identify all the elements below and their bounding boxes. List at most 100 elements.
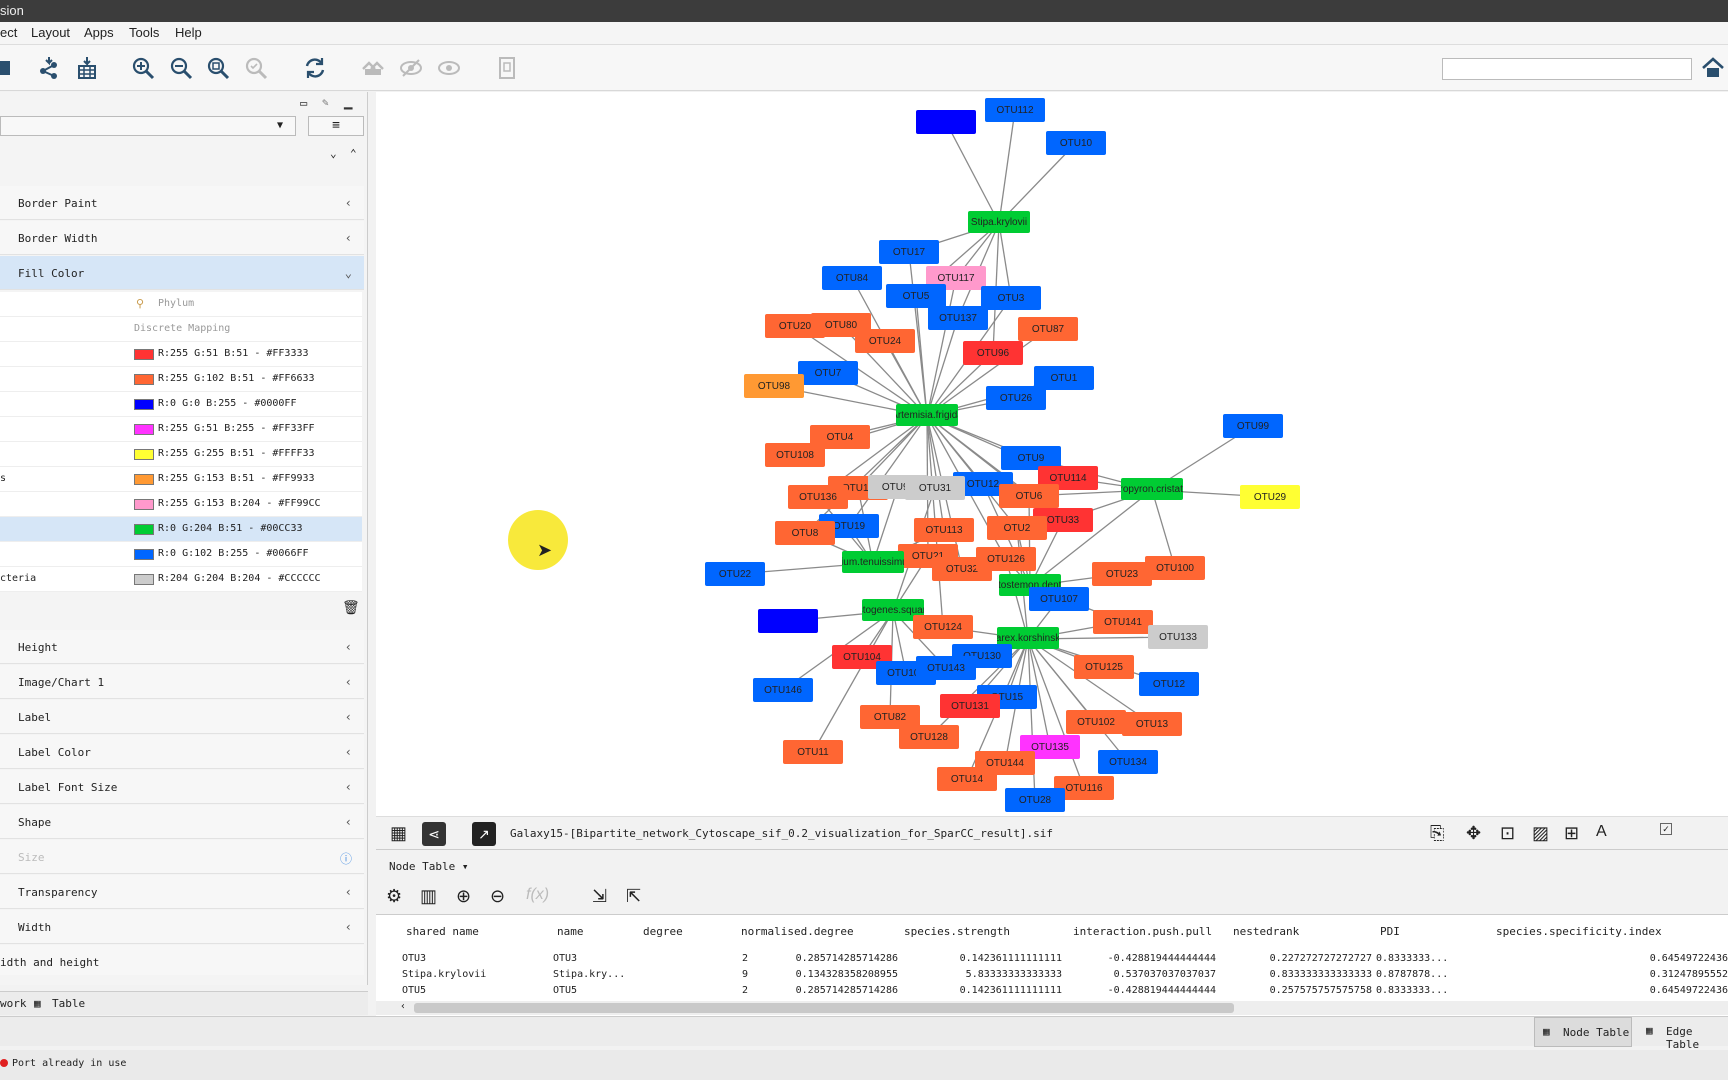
- column-header[interactable]: interaction.push.pull: [1073, 925, 1212, 938]
- otu-node[interactable]: OTU8: [775, 521, 835, 545]
- select-edges-icon[interactable]: ▨: [1532, 823, 1549, 844]
- otu-node[interactable]: OTU29: [1240, 485, 1300, 509]
- table-cell[interactable]: 0.64549722436: [1650, 953, 1728, 964]
- otu-node[interactable]: OTU128: [899, 725, 959, 749]
- table-cell[interactable]: 0.142361111111111: [960, 985, 1062, 996]
- column-header[interactable]: degree: [643, 925, 683, 938]
- color-mapping-row[interactable]: cteria R:204 G:204 B:204 - #CCCCCC: [0, 567, 362, 592]
- open-session-icon[interactable]: [0, 53, 20, 83]
- otu-node[interactable]: OTU14: [937, 767, 997, 791]
- menu-apps[interactable]: Apps: [84, 25, 114, 40]
- node-table-grid[interactable]: shared name name degree normalised.degree sp…: [376, 914, 1728, 1016]
- table-cell[interactable]: 0.8787878...: [1376, 969, 1448, 980]
- table-cell[interactable]: 0.833333333333333: [1270, 969, 1372, 980]
- hide-icon[interactable]: [396, 53, 426, 83]
- otu-node[interactable]: OTU87: [1018, 317, 1078, 341]
- color-mapping-row[interactable]: R:0 G:0 B:255 - #0000FF: [0, 392, 362, 417]
- otu-node[interactable]: OTU7: [798, 361, 858, 385]
- color-mapping-row[interactable]: s R:255 G:153 B:51 - #FF9933: [0, 467, 362, 492]
- column-header[interactable]: name: [557, 925, 584, 938]
- home-icon[interactable]: [1698, 53, 1728, 83]
- panel-pin-icon[interactable]: ✎: [322, 96, 329, 109]
- table-cell[interactable]: -0.428819444444444: [1108, 953, 1216, 964]
- zoom-out-icon[interactable]: [166, 53, 196, 83]
- horizontal-scrollbar[interactable]: ‹: [376, 1001, 1728, 1015]
- table-cell[interactable]: 0.285714285714286: [796, 985, 898, 996]
- otu-node[interactable]: OTU3: [981, 286, 1041, 310]
- color-mapping-row[interactable]: R:0 G:102 B:255 - #0066FF: [0, 542, 362, 567]
- export-icon[interactable]: [492, 53, 522, 83]
- table-cell[interactable]: 0.8333333...: [1376, 953, 1448, 964]
- collapse-all-icon[interactable]: ⌄: [330, 147, 337, 160]
- color-mapping-row[interactable]: R:255 G:51 B:51 - #FF3333: [0, 342, 362, 367]
- otu-node[interactable]: OTU131: [940, 694, 1000, 718]
- prop-height[interactable]: Height ‹: [0, 630, 364, 664]
- plant-node[interactable]: Artemisia.frigida: [896, 404, 958, 426]
- otu-node[interactable]: OTU143: [916, 656, 976, 680]
- refresh-icon[interactable]: [300, 53, 330, 83]
- prop-width[interactable]: Width ‹: [0, 910, 364, 944]
- function-builder-icon[interactable]: f(x): [526, 886, 549, 904]
- prop-border-width[interactable]: Border Width ‹: [0, 221, 364, 255]
- otu-node[interactable]: OTU112: [985, 98, 1045, 122]
- select-nodes-icon[interactable]: ⊡: [1500, 823, 1515, 844]
- otu-node[interactable]: OTU26: [986, 386, 1046, 410]
- otu-node[interactable]: OTU125: [1074, 655, 1134, 679]
- table-cell[interactable]: Stipa.kry...: [553, 969, 625, 980]
- color-mapping-row[interactable]: R:255 G:153 B:204 - #FF99CC: [0, 492, 362, 517]
- table-cell[interactable]: Stipa.krylovii: [402, 969, 486, 980]
- otu-node[interactable]: OTU13: [1122, 712, 1182, 736]
- grid-view-icon[interactable]: ▦: [390, 823, 407, 844]
- export-image-icon[interactable]: ⎘: [1430, 823, 1444, 844]
- otu-node[interactable]: OTU2: [987, 516, 1047, 540]
- prop-label-font-size[interactable]: Label Font Size ‹: [0, 770, 364, 804]
- show-icon[interactable]: [434, 53, 464, 83]
- otu-node[interactable]: OTU6: [999, 484, 1059, 508]
- otu-node[interactable]: OTU24: [855, 329, 915, 353]
- column-header[interactable]: shared name: [406, 925, 479, 938]
- zoom-selected-icon[interactable]: [241, 53, 271, 83]
- home-network-icon[interactable]: [358, 53, 388, 83]
- import-table-icon[interactable]: ⇲: [592, 886, 607, 907]
- tab-edge-table[interactable]: ▦ Edge Table: [1640, 1017, 1728, 1051]
- prop-label[interactable]: Label ‹: [0, 700, 364, 734]
- panel-float-icon[interactable]: ▭: [300, 96, 307, 110]
- table-cell[interactable]: OTU5: [402, 985, 426, 996]
- otu-node[interactable]: OTU102: [1066, 710, 1126, 734]
- detach-view-icon[interactable]: ↗: [472, 822, 496, 846]
- table-cell[interactable]: 0.285714285714286: [796, 953, 898, 964]
- table-cell[interactable]: 0.31247895552: [1650, 969, 1728, 980]
- otu-node[interactable]: OTU84: [822, 266, 882, 290]
- otu-node[interactable]: OTU23: [1092, 562, 1152, 586]
- plant-node[interactable]: Agropyron.cristatum: [1121, 478, 1183, 500]
- otu-node[interactable]: OTU99: [1223, 414, 1283, 438]
- scroll-thumb[interactable]: [414, 1003, 1234, 1013]
- prop-transparency[interactable]: Transparency ‹: [0, 875, 364, 909]
- otu-node[interactable]: OTU100: [1145, 556, 1205, 580]
- add-column-icon[interactable]: ⊕: [456, 886, 471, 907]
- column-header[interactable]: species.strength: [904, 925, 1010, 938]
- table-cell[interactable]: -0.428819444444444: [1108, 985, 1216, 996]
- otu-node[interactable]: OTU31: [905, 476, 965, 500]
- table-cell[interactable]: 2: [742, 985, 748, 996]
- show-graphics-checkbox[interactable]: ✓: [1660, 823, 1672, 835]
- table-cell[interactable]: 2: [742, 953, 748, 964]
- otu-node[interactable]: OTU11: [783, 740, 843, 764]
- zoom-in-icon[interactable]: [128, 53, 158, 83]
- menu-help[interactable]: Help: [175, 25, 202, 40]
- otu-node[interactable]: OTU10: [1046, 131, 1106, 155]
- otu-node[interactable]: OTU126: [976, 547, 1036, 571]
- prop-lock-width-height[interactable]: idth and height: [0, 945, 364, 975]
- otu-node[interactable]: OTU137: [928, 306, 988, 330]
- column-header[interactable]: normalised.degree: [741, 925, 854, 938]
- tab-node-table[interactable]: ▦ Node Table: [1534, 1017, 1632, 1047]
- color-mapping-row[interactable]: R:255 G:255 B:51 - #FFFF33: [0, 442, 362, 467]
- color-mapping-row[interactable]: R:255 G:51 B:255 - #FF33FF: [0, 417, 362, 442]
- search-input[interactable]: [1442, 58, 1692, 80]
- text-annotation-icon[interactable]: A: [1596, 823, 1607, 841]
- column-header[interactable]: species.specificity.index: [1496, 925, 1662, 938]
- table-cell[interactable]: OTU3: [402, 953, 426, 964]
- expand-all-icon[interactable]: ⌃: [350, 147, 357, 160]
- network-canvas[interactable]: OTU112 OTU10 Stipa.krylovii OTU17 OTU117 OTU8…: [376, 92, 1728, 816]
- style-selector[interactable]: ▼: [0, 116, 296, 136]
